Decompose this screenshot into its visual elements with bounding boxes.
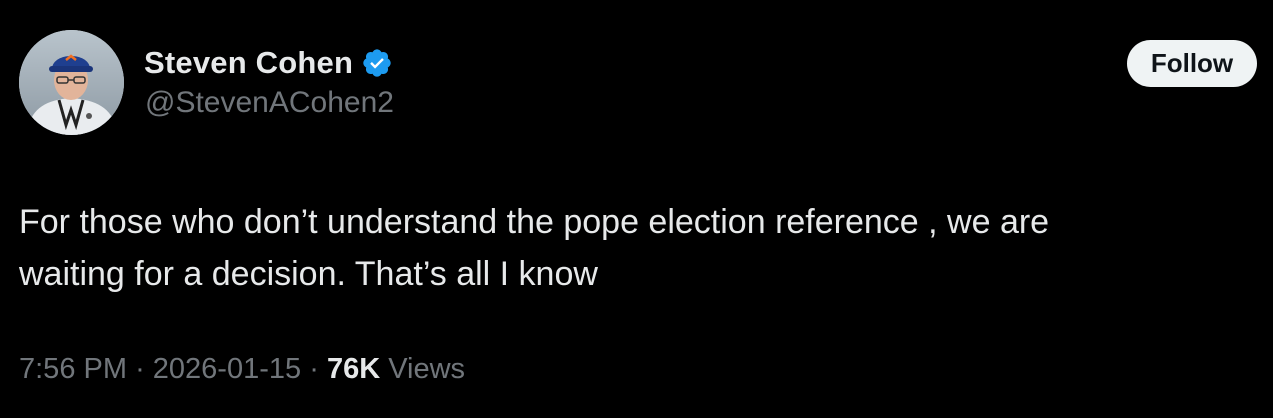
avatar[interactable]	[19, 30, 124, 135]
tweet-date[interactable]: 2026-01-15	[153, 353, 301, 385]
views-label[interactable]: Views	[388, 353, 465, 385]
meta-separator: ·	[309, 353, 319, 385]
follow-button[interactable]: Follow	[1127, 40, 1257, 87]
tweet-time[interactable]: 7:56 PM	[19, 353, 127, 385]
tweet-meta: 7:56 PM · 2026-01-15 · 76K Views	[19, 353, 465, 386]
verified-badge-icon[interactable]	[361, 47, 393, 79]
tweet-text-line: For those who don’t understand the pope …	[19, 203, 1050, 241]
profile-photo-image	[19, 30, 124, 135]
views-count[interactable]: 76K	[327, 353, 380, 385]
tweet-card: Steven Cohen @StevenACohen2 Follow For t…	[0, 0, 1273, 418]
author-name-row: Steven Cohen	[144, 44, 393, 82]
author-display-name[interactable]: Steven Cohen	[144, 45, 353, 81]
meta-separator: ·	[135, 353, 145, 385]
tweet-body: For those who don’t understand the pope …	[19, 196, 1239, 300]
tweet-text-line: waiting for a decision. That’s all I kno…	[19, 255, 598, 293]
author-handle[interactable]: @StevenACohen2	[145, 86, 394, 120]
